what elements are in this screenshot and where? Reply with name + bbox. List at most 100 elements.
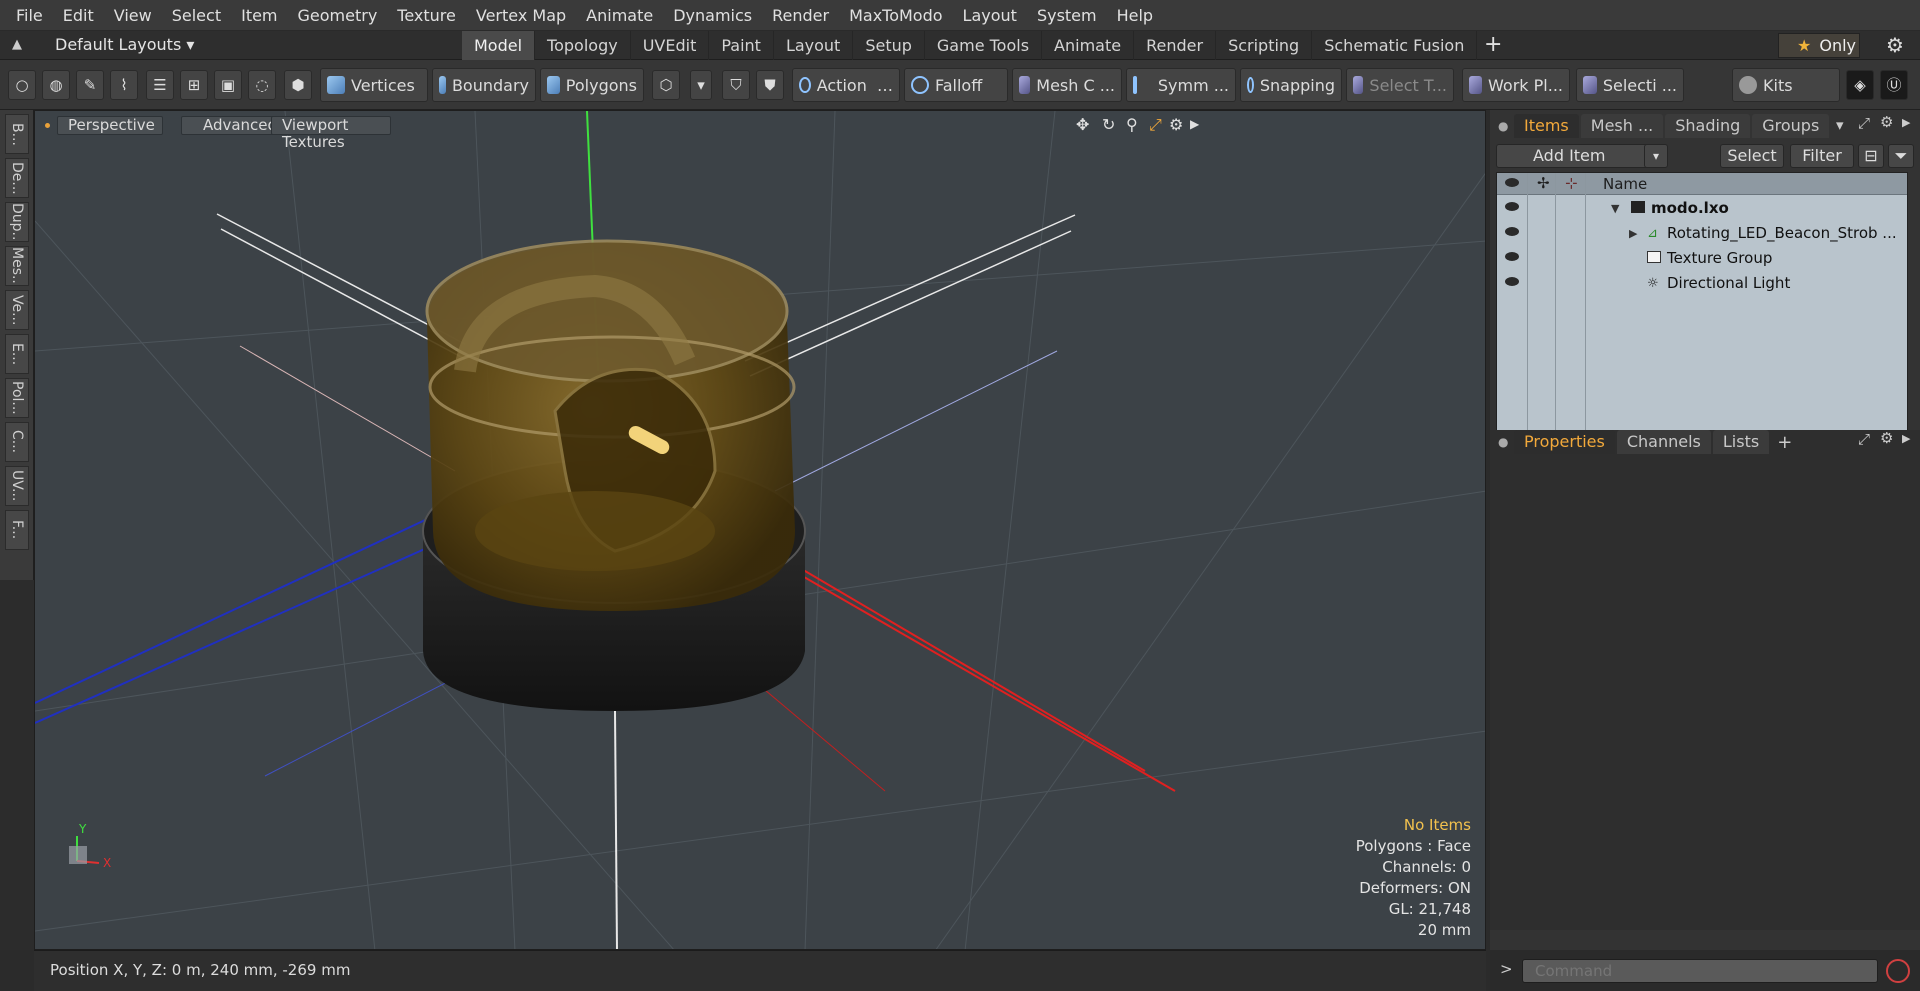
collapse-list-icon[interactable]: ⊟ (1858, 144, 1884, 168)
visibility-eye-icon[interactable] (1505, 202, 1519, 211)
add-tab-icon[interactable]: + (1484, 32, 1502, 57)
axis-header-icon[interactable]: ⊹ (1565, 174, 1578, 192)
brush-icon[interactable]: ⌇ (110, 70, 138, 100)
add-item-button[interactable]: Add Item (1496, 144, 1658, 168)
left-tab-uv[interactable]: UV... (5, 466, 29, 506)
tab-lists[interactable]: Lists (1712, 430, 1770, 454)
menu-render[interactable]: Render (762, 0, 839, 31)
selection-sets-button[interactable]: Selecti ... (1576, 68, 1684, 102)
filter-funnel-icon[interactable]: ⏷ (1888, 144, 1914, 168)
pane-gear-icon[interactable]: ⚙ (1880, 429, 1893, 447)
pen-icon[interactable]: ✎ (76, 70, 104, 100)
menu-dynamics[interactable]: Dynamics (663, 0, 762, 31)
menu-layout[interactable]: Layout (953, 0, 1027, 31)
item-row-light[interactable]: ☼ Directional Light (1497, 271, 1907, 296)
collapse-up-icon[interactable]: ▲ (12, 37, 28, 53)
default-layouts-dropdown[interactable]: Default Layouts ▾ (55, 35, 194, 54)
shield-icon[interactable]: ⛉ (722, 70, 750, 100)
menu-geometry[interactable]: Geometry (288, 0, 388, 31)
visibility-eye-icon[interactable] (1505, 227, 1519, 236)
left-tab-deform[interactable]: De... (5, 158, 29, 198)
rotate-view-icon[interactable]: ↻ (1102, 115, 1115, 134)
menu-view[interactable]: View (104, 0, 162, 31)
snapping-button[interactable]: Snapping (1240, 68, 1342, 102)
zoom-view-icon[interactable]: ⚲ (1126, 115, 1138, 134)
symmetry-button[interactable]: Symm ... (1126, 68, 1236, 102)
left-tab-fusion[interactable]: F... (5, 510, 29, 550)
maximize-view-icon[interactable]: ⤢ (1149, 115, 1162, 135)
menu-maxtomodo[interactable]: MaxToModo (839, 0, 952, 31)
menu-help[interactable]: Help (1107, 0, 1163, 31)
left-tab-polygon[interactable]: Pol... (5, 378, 29, 418)
falloff-button[interactable]: Falloff (904, 68, 1008, 102)
item-row-scene[interactable]: ▼ modo.lxo (1497, 196, 1907, 221)
3d-viewport[interactable]: Y X Perspective Advanced Viewport Textur… (34, 110, 1486, 950)
menu-vertex-map[interactable]: Vertex Map (466, 0, 576, 31)
gear-icon[interactable]: ⚙ (1886, 33, 1904, 57)
add-tab-icon[interactable]: + (1771, 432, 1792, 453)
menu-select[interactable]: Select (162, 0, 231, 31)
align-icon[interactable]: ☰ (146, 70, 174, 100)
frame-icon[interactable]: ▣ (214, 70, 242, 100)
left-tab-vertex[interactable]: Ve... (5, 290, 29, 330)
select-circle-icon[interactable]: ○ (8, 70, 36, 100)
left-tab-mesh-edit[interactable]: Mes... (5, 246, 29, 286)
pane-expand-icon[interactable]: ⤢ (1858, 114, 1870, 132)
item-row-mesh[interactable]: ▶ ⊿ Rotating_LED_Beacon_Strob ... (1497, 221, 1907, 246)
tab-properties[interactable]: Properties (1514, 430, 1615, 454)
left-tab-edge[interactable]: E... (5, 334, 29, 374)
tab-animate[interactable]: Animate (1042, 31, 1135, 60)
viewport-settings-icon[interactable]: ⚙ (1169, 115, 1183, 134)
filter-button[interactable]: Filter (1790, 144, 1854, 168)
expand-triangle-icon[interactable]: ▼ (1611, 202, 1619, 215)
item-mode-icon[interactable]: ⬢ (284, 70, 312, 100)
tab-uvedit[interactable]: UVEdit (631, 31, 710, 60)
globe-icon[interactable]: ◍ (42, 70, 70, 100)
shield-alt-icon[interactable]: ⛊ (756, 70, 784, 100)
pane-more-icon[interactable]: ▶ (1902, 432, 1910, 445)
polygons-button[interactable]: Polygons (540, 68, 644, 102)
tab-mesh-ops[interactable]: Mesh ... (1580, 114, 1664, 138)
mesh-constraints-button[interactable]: Mesh C ... (1012, 68, 1122, 102)
record-icon[interactable] (1886, 959, 1910, 983)
kits-button[interactable]: Kits (1732, 68, 1840, 102)
tab-channels[interactable]: Channels (1616, 430, 1711, 454)
sphere-icon[interactable]: ◌ (248, 70, 276, 100)
tab-schematic-fusion[interactable]: Schematic Fusion (1312, 31, 1478, 60)
grid-icon[interactable]: ⊞ (180, 70, 208, 100)
vertices-button[interactable]: Vertices (320, 68, 428, 102)
tab-paint[interactable]: Paint (709, 31, 774, 60)
menu-file[interactable]: File (6, 0, 53, 31)
left-tab-basic[interactable]: B... (5, 114, 29, 154)
material-mode-icon[interactable]: ⬡ (652, 70, 680, 100)
unity-icon[interactable]: ◈ (1846, 70, 1874, 100)
mode-dropdown-icon[interactable]: ▾ (690, 70, 712, 100)
name-column-header[interactable]: Name (1603, 175, 1647, 193)
move-view-icon[interactable]: ✥ (1076, 115, 1089, 134)
unreal-icon[interactable]: Ⓤ (1880, 70, 1908, 100)
tab-groups[interactable]: Groups (1752, 114, 1830, 138)
tab-layout[interactable]: Layout (774, 31, 854, 60)
tab-topology[interactable]: Topology (535, 31, 631, 60)
command-input[interactable] (1522, 959, 1878, 983)
add-item-dropdown-icon[interactable]: ▾ (1644, 144, 1668, 168)
boundary-button[interactable]: Boundary (432, 68, 536, 102)
perspective-button[interactable]: Perspective (57, 116, 163, 135)
tab-shading[interactable]: Shading (1665, 114, 1751, 138)
menu-edit[interactable]: Edit (53, 0, 104, 31)
tabs-dropdown-icon[interactable]: ▾ (1836, 116, 1844, 134)
visibility-eye-icon[interactable] (1505, 252, 1519, 261)
collapse-triangle-icon[interactable]: ▶ (1629, 227, 1637, 240)
action-center-button[interactable]: Action … (792, 68, 900, 102)
tab-setup[interactable]: Setup (853, 31, 925, 60)
left-tab-curve[interactable]: C... (5, 422, 29, 462)
menu-texture[interactable]: Texture (387, 0, 466, 31)
only-toggle[interactable]: ★ Only (1778, 33, 1860, 58)
menu-system[interactable]: System (1027, 0, 1107, 31)
tab-items[interactable]: Items (1514, 114, 1579, 138)
visibility-eye-icon[interactable] (1505, 277, 1519, 286)
select-button[interactable]: Select (1720, 144, 1784, 168)
tab-model[interactable]: Model (462, 31, 536, 60)
pane-gear-icon[interactable]: ⚙ (1880, 113, 1893, 131)
visibility-header-icon[interactable] (1505, 178, 1519, 187)
